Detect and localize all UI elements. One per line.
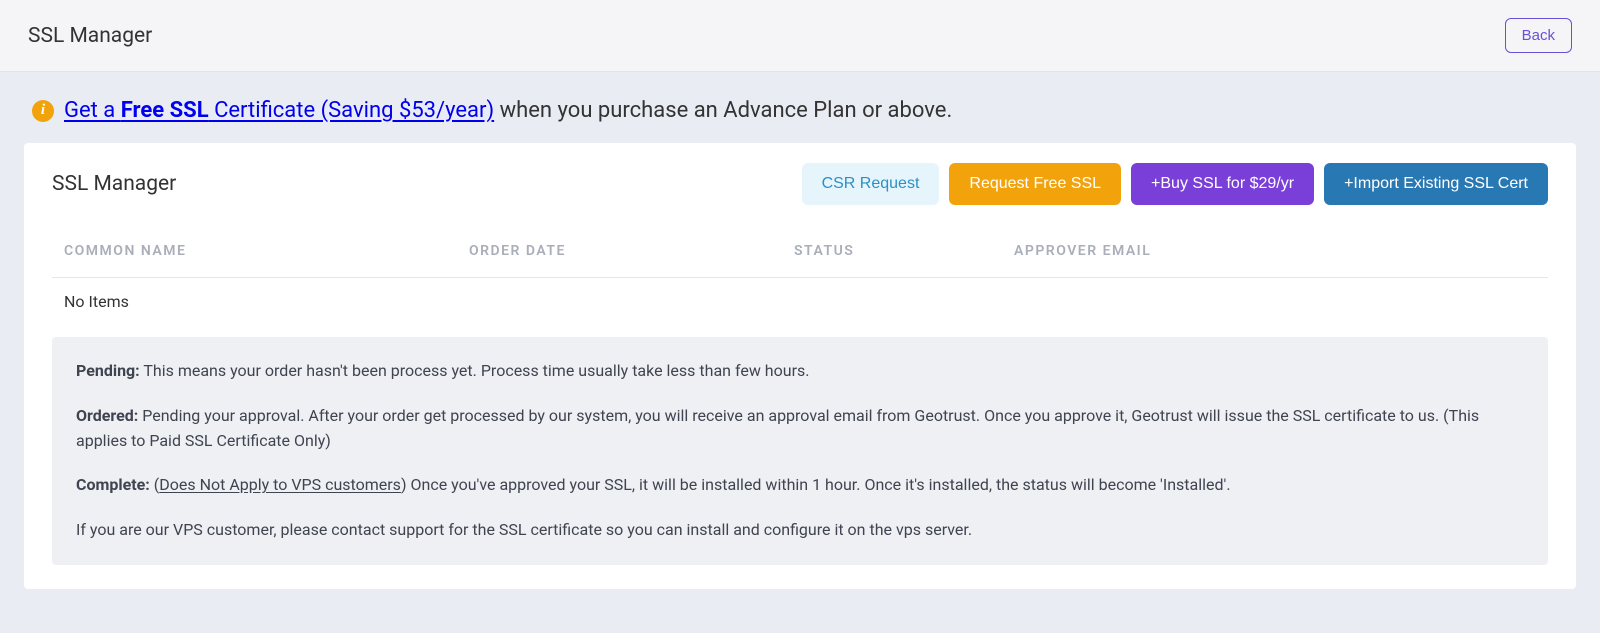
request-free-ssl-button[interactable]: Request Free SSL xyxy=(949,163,1121,205)
ordered-text: Pending your approval. After your order … xyxy=(76,406,1479,450)
content: i Get a Free SSL Certificate (Saving $53… xyxy=(0,72,1600,613)
empty-state: No Items xyxy=(52,278,1548,337)
ordered-label: Ordered: xyxy=(76,406,138,425)
info-icon: i xyxy=(32,100,54,122)
pending-label: Pending: xyxy=(76,361,140,380)
pending-text: This means your order hasn't been proces… xyxy=(140,361,810,380)
action-buttons: CSR Request Request Free SSL +Buy SSL fo… xyxy=(802,163,1548,205)
card-title: SSL Manager xyxy=(52,172,176,196)
card-header: SSL Manager CSR Request Request Free SSL… xyxy=(52,163,1548,205)
col-common-name: COMMON NAME xyxy=(64,243,469,259)
promo-banner: i Get a Free SSL Certificate (Saving $53… xyxy=(24,72,1576,143)
complete-text: ) Once you've approved your SSL, it will… xyxy=(401,475,1231,494)
complete-label: Complete: xyxy=(76,475,150,494)
help-vps: If you are our VPS customer, please cont… xyxy=(76,518,1524,543)
buy-ssl-button[interactable]: +Buy SSL for $29/yr xyxy=(1131,163,1314,205)
promo-link-prefix: Get a xyxy=(64,98,121,123)
promo-link[interactable]: Get a Free SSL Certificate (Saving $53/y… xyxy=(64,98,494,123)
col-order-date: ORDER DATE xyxy=(469,243,794,259)
col-approver-email: APPROVER EMAIL xyxy=(1014,243,1536,259)
complete-link[interactable]: Does Not Apply to VPS customers xyxy=(159,475,401,494)
promo-link-bold: Free SSL xyxy=(121,98,209,123)
col-status: STATUS xyxy=(794,243,1014,259)
promo-tail: when you purchase an Advance Plan or abo… xyxy=(494,98,952,123)
import-ssl-button[interactable]: +Import Existing SSL Cert xyxy=(1324,163,1548,205)
status-help-box: Pending: This means your order hasn't be… xyxy=(52,337,1548,565)
top-bar: SSL Manager Back xyxy=(0,0,1600,72)
help-ordered: Ordered: Pending your approval. After yo… xyxy=(76,404,1524,454)
help-complete: Complete: (Does Not Apply to VPS custome… xyxy=(76,473,1524,498)
ssl-card: SSL Manager CSR Request Request Free SSL… xyxy=(24,143,1576,589)
help-pending: Pending: This means your order hasn't be… xyxy=(76,359,1524,384)
promo-text: Get a Free SSL Certificate (Saving $53/y… xyxy=(64,98,952,123)
promo-link-suffix: Certificate (Saving $53/year) xyxy=(209,98,495,123)
back-button[interactable]: Back xyxy=(1505,18,1572,53)
table-header: COMMON NAME ORDER DATE STATUS APPROVER E… xyxy=(52,233,1548,278)
csr-request-button[interactable]: CSR Request xyxy=(802,163,940,205)
page-title: SSL Manager xyxy=(28,24,152,48)
